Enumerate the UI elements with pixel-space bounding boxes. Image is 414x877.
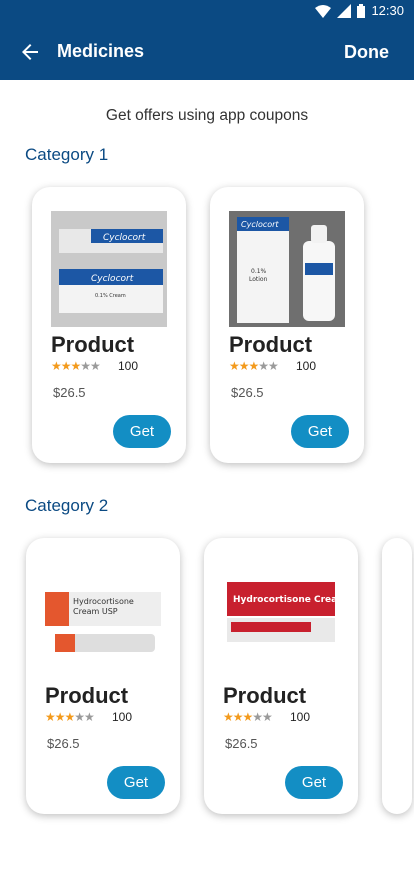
product-card[interactable]: Cyclocort 0.1% Lotion Product ★★★★★ 100 … bbox=[210, 187, 364, 463]
star-rating: ★★★★★ bbox=[223, 710, 273, 724]
svg-text:Hydrocortisone: Hydrocortisone bbox=[73, 597, 134, 606]
category-title: Category 2 bbox=[25, 496, 109, 515]
product-price: $26.5 bbox=[225, 736, 258, 751]
svg-text:Cyclocort: Cyclocort bbox=[91, 274, 134, 284]
get-button[interactable]: Get bbox=[291, 415, 349, 448]
wifi-icon bbox=[315, 4, 332, 18]
page-title: Medicines bbox=[57, 41, 145, 61]
svg-text:Cyclocort: Cyclocort bbox=[103, 233, 146, 243]
back-arrow-icon[interactable] bbox=[18, 40, 42, 64]
get-button[interactable]: Get bbox=[107, 766, 165, 799]
svg-text:0.1% Cream: 0.1% Cream bbox=[95, 293, 126, 299]
status-time: 12:30 bbox=[371, 3, 404, 18]
review-count: 100 bbox=[118, 359, 139, 373]
app-bar: Medicines Done bbox=[0, 24, 414, 80]
status-bar: 12:30 bbox=[0, 0, 414, 24]
star-rating: ★★★★★ bbox=[45, 710, 95, 724]
battery-icon bbox=[357, 3, 366, 18]
svg-text:Hydrocortisone Cream: Hydrocortisone Cream bbox=[233, 595, 339, 605]
product-name: Product bbox=[229, 332, 313, 357]
get-button[interactable]: Get bbox=[113, 415, 171, 448]
review-count: 100 bbox=[296, 359, 317, 373]
svg-text:Lotion: Lotion bbox=[249, 276, 268, 283]
star-rating: ★★★★★ bbox=[229, 359, 279, 373]
product-image: Hydrocortisone Cream bbox=[223, 562, 339, 678]
product-name: Product bbox=[45, 683, 129, 708]
review-count: 100 bbox=[112, 710, 133, 724]
product-price: $26.5 bbox=[47, 736, 80, 751]
svg-text:Cyclocort: Cyclocort bbox=[241, 220, 279, 229]
product-name: Product bbox=[51, 332, 135, 357]
product-card[interactable]: Cyclocort Cyclocort 0.1% Cream Product ★… bbox=[32, 187, 186, 463]
product-price: $26.5 bbox=[53, 385, 86, 400]
product-card[interactable]: Hydrocortisone Cream Product ★★★★★ 100 $… bbox=[204, 538, 358, 814]
product-card[interactable]: Hydrocortisone Cream USP Product ★★★★★ 1… bbox=[26, 538, 180, 814]
product-card-partial[interactable] bbox=[382, 538, 412, 814]
svg-text:0.1%: 0.1% bbox=[251, 268, 267, 275]
star-rating: ★★★★★ bbox=[51, 359, 101, 373]
review-count: 100 bbox=[290, 710, 311, 724]
product-image: Cyclocort Cyclocort 0.1% Cream bbox=[51, 211, 167, 327]
signal-icon bbox=[337, 3, 352, 18]
category-title: Category 1 bbox=[25, 145, 109, 164]
done-button[interactable]: Done bbox=[344, 42, 389, 63]
product-image: Hydrocortisone Cream USP bbox=[45, 562, 161, 678]
product-image: Cyclocort 0.1% Lotion bbox=[229, 211, 345, 327]
product-price: $26.5 bbox=[231, 385, 264, 400]
product-name: Product bbox=[223, 683, 307, 708]
get-button[interactable]: Get bbox=[285, 766, 343, 799]
offers-banner: Get offers using app coupons bbox=[105, 107, 309, 124]
svg-text:Cream USP: Cream USP bbox=[73, 607, 118, 616]
status-icons: 12:30 bbox=[315, 3, 404, 18]
